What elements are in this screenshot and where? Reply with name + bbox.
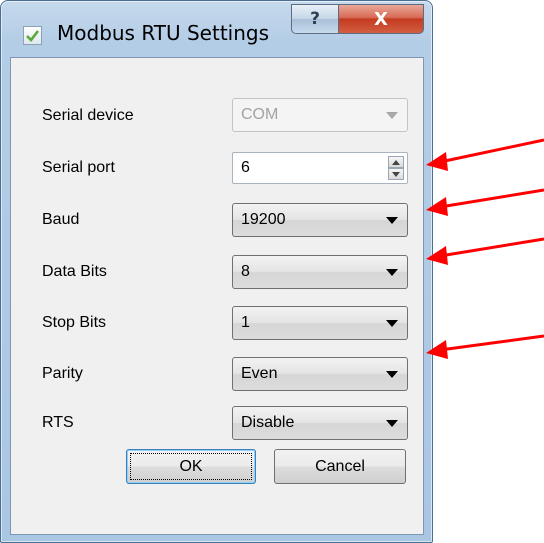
red-arrow-icon	[426, 334, 544, 359]
annotation-arrows	[426, 138, 544, 359]
red-arrow-icon	[426, 237, 544, 265]
red-arrow-icon	[426, 188, 544, 216]
red-arrow-icon	[426, 138, 544, 171]
